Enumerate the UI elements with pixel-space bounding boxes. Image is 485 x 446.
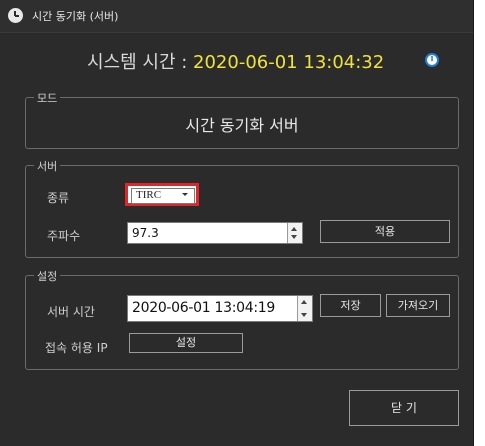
title-bar: 시간 동기화 (서버)	[0, 0, 473, 33]
system-time-label: 시스템 시간 :	[87, 52, 194, 73]
mode-legend: 모드	[34, 90, 61, 106]
allowed-ip-label: 접속 허용 IP	[45, 341, 108, 355]
server-time-spinner[interactable]	[297, 296, 312, 321]
frequency-spinner[interactable]	[287, 223, 302, 243]
server-time-value: 2020-06-01 13:04:19	[132, 300, 275, 316]
system-time-value: 2020-06-01 13:04:32	[193, 52, 385, 73]
type-select[interactable]: TIRC	[125, 183, 199, 206]
spin-up-icon[interactable]	[301, 300, 307, 304]
type-select-value: TIRC	[136, 189, 162, 201]
server-time-input[interactable]: 2020-06-01 13:04:19	[127, 295, 313, 322]
frequency-label: 주파수	[47, 229, 81, 243]
info-icon[interactable]	[425, 53, 439, 67]
apply-button[interactable]: 적용	[320, 220, 450, 243]
spin-down-icon[interactable]	[291, 235, 297, 239]
mode-group: 모드 시간 동기화 서버	[25, 90, 459, 149]
frequency-input[interactable]: 97.3	[127, 222, 303, 244]
frequency-value: 97.3	[132, 226, 159, 240]
system-time: 시스템 시간 : 2020-06-01 13:04:32	[87, 48, 384, 74]
server-time-label: 서버 시간	[47, 305, 95, 319]
sync-window: 시간 동기화 (서버) 시스템 시간 : 2020-06-01 13:04:32…	[0, 0, 474, 446]
type-select-box: TIRC	[131, 188, 195, 204]
save-button[interactable]: 저장	[320, 294, 381, 317]
spin-down-icon[interactable]	[301, 313, 307, 317]
mode-text: 시간 동기화 서버	[185, 116, 299, 135]
window-title: 시간 동기화 (서버)	[32, 10, 119, 23]
server-group: 서버	[25, 158, 459, 258]
load-button[interactable]: 가져오기	[386, 294, 450, 317]
settings-legend: 설정	[34, 268, 61, 284]
spin-up-icon[interactable]	[291, 227, 297, 231]
server-legend: 서버	[34, 158, 61, 174]
close-button[interactable]: 닫 기	[349, 390, 459, 426]
type-label: 종류	[47, 191, 70, 205]
clock-icon	[8, 8, 23, 23]
set-button[interactable]: 설정	[129, 333, 243, 353]
chevron-down-icon	[182, 193, 188, 196]
